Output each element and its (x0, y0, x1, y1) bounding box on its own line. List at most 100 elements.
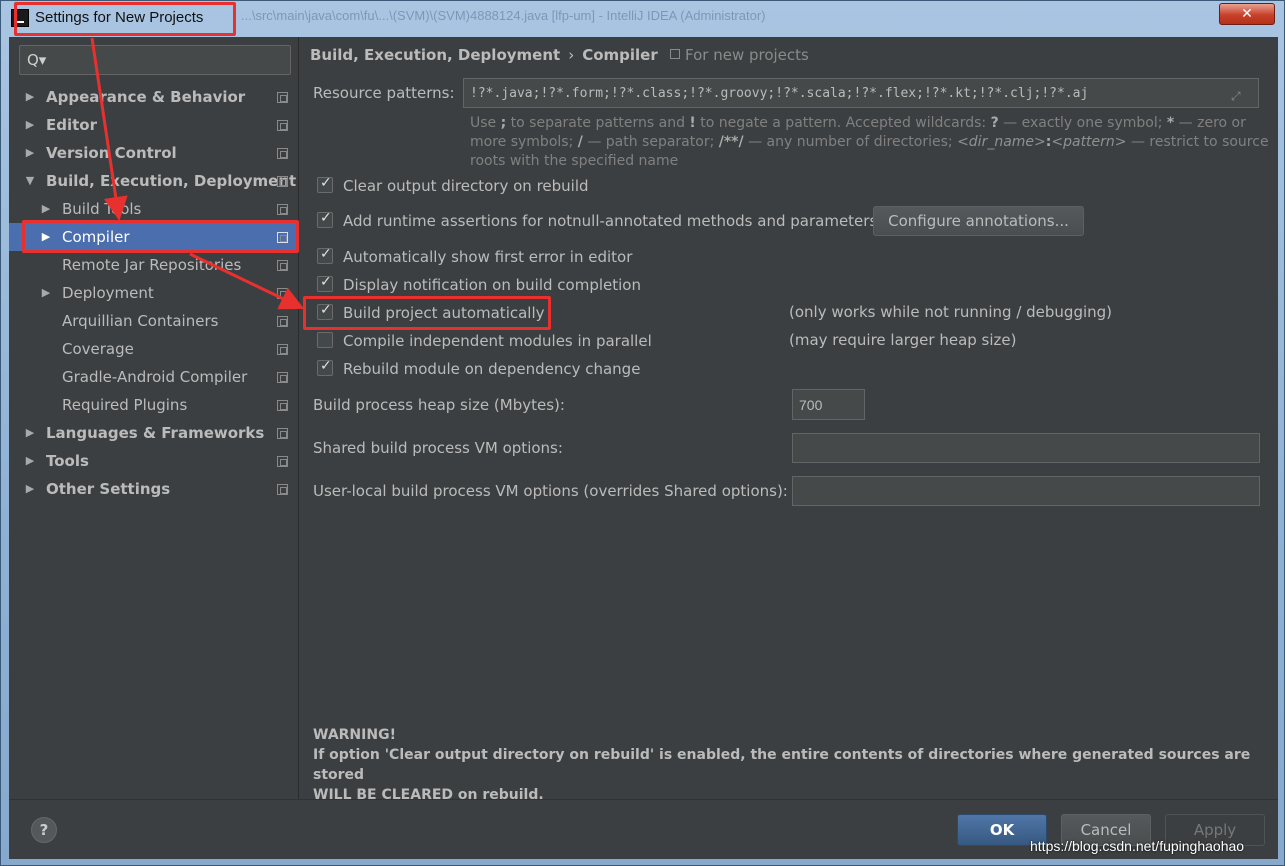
background-window-title: ...\src\main\java\com\fu\...\(SVM)\(SVM)… (241, 8, 766, 23)
project-settings-icon (277, 428, 288, 439)
dialog-content: Q▾ ▶ Appearance & Behavior ▶ Editor ▶ Ve… (9, 37, 1278, 859)
breadcrumb-parent: Build, Execution, Deployment (310, 46, 561, 64)
project-settings-icon (277, 456, 288, 467)
sidebar-item-label: Build, Execution, Deployment (46, 172, 297, 190)
expand-arrow-icon[interactable]: ▶ (23, 83, 37, 111)
compile-parallel-note: (may require larger heap size) (789, 331, 1017, 349)
sidebar-item-tools[interactable]: ▶ Tools (9, 447, 299, 475)
user-vm-options-input[interactable] (792, 476, 1260, 506)
heap-size-label: Build process heap size (Mbytes): (313, 396, 565, 414)
sidebar-item-label: Coverage (62, 340, 134, 358)
breadcrumb-separator: › (568, 46, 575, 64)
build-automatically-checkbox[interactable] (317, 302, 333, 320)
settings-search-box[interactable]: Q▾ (19, 45, 291, 75)
resource-patterns-input[interactable] (463, 78, 1259, 108)
project-settings-icon (277, 232, 288, 243)
heap-size-input[interactable] (792, 389, 865, 420)
sidebar-item-build-tools[interactable]: ▶ Build Tools (9, 195, 299, 223)
shared-vm-options-label: Shared build process VM options: (313, 439, 563, 457)
project-settings-icon (277, 176, 288, 187)
project-settings-icon (277, 344, 288, 355)
settings-scope-label: For new projects (685, 46, 809, 64)
project-settings-icon (277, 372, 288, 383)
rebuild-on-dependency-checkbox[interactable] (317, 358, 333, 376)
display-notification-label: Display notification on build completion (343, 276, 641, 294)
sidebar-item-label: Required Plugins (62, 396, 188, 414)
expand-icon[interactable]: ⤢ (1231, 89, 1241, 104)
sidebar-item-label: Gradle-Android Compiler (62, 368, 248, 386)
show-first-error-checkbox[interactable] (317, 246, 333, 264)
watermark-text: https://blog.csdn.net/fupinghaohao (1030, 838, 1245, 854)
expand-arrow-icon[interactable]: ▶ (23, 419, 37, 447)
sidebar-item-gradle-android-compiler[interactable]: Gradle-Android Compiler (9, 363, 299, 391)
sidebar-item-label: Appearance & Behavior (46, 88, 246, 106)
sidebar-item-deployment[interactable]: ▶ Deployment (9, 279, 299, 307)
runtime-assertions-checkbox[interactable] (317, 210, 333, 228)
sidebar-item-label: Version Control (46, 144, 177, 162)
compile-parallel-checkbox[interactable] (317, 332, 333, 348)
project-settings-icon (277, 204, 288, 215)
project-settings-icon (277, 148, 288, 159)
compiler-settings-panel: Build, Execution, Deployment › Compiler Fo… (300, 37, 1278, 803)
configure-annotations-button[interactable]: Configure annotations... (873, 206, 1084, 236)
project-settings-icon (277, 120, 288, 131)
build-automatically-note: (only works while not running / debuggin… (789, 303, 1113, 321)
project-settings-icon (277, 288, 288, 299)
sidebar-item-coverage[interactable]: Coverage (9, 335, 299, 363)
sidebar-item-arquillian-containers[interactable]: Arquillian Containers (9, 307, 299, 335)
sidebar-item-label: Compiler (62, 228, 130, 246)
sidebar-item-label: Build Tools (62, 200, 142, 218)
sidebar-item-label: Remote Jar Repositories (62, 256, 242, 274)
resource-patterns-hint: Use ; to separate patterns and ! to nega… (470, 115, 1269, 169)
expand-arrow-icon[interactable]: ▶ (23, 139, 37, 167)
warning-title: WARNING! (313, 727, 396, 743)
sidebar-item-label: Tools (46, 452, 89, 470)
project-settings-icon (277, 316, 288, 327)
sidebar-item-required-plugins[interactable]: Required Plugins (9, 391, 299, 419)
expand-arrow-icon[interactable]: ▶ (39, 279, 53, 307)
clear-output-checkbox[interactable] (317, 175, 333, 193)
settings-search-input[interactable] (48, 50, 286, 70)
breadcrumb-current: Compiler (582, 46, 658, 64)
clear-output-label: Clear output directory on rebuild (343, 177, 589, 195)
rebuild-on-dependency-label: Rebuild module on dependency change (343, 360, 641, 378)
settings-scope: For new projects (670, 46, 809, 64)
sidebar-item-label: Deployment (62, 284, 154, 302)
show-first-error-label: Automatically show first error in editor (343, 248, 633, 266)
search-icon: Q▾ (27, 51, 47, 69)
help-button[interactable]: ? (31, 817, 57, 843)
window-title: Settings for New Projects (35, 9, 204, 26)
sidebar-item-version-control[interactable]: ▶ Version Control (9, 139, 299, 167)
warning-line-1: If option 'Clear output directory on reb… (313, 747, 1251, 783)
expand-arrow-icon[interactable]: ▶ (23, 111, 37, 139)
user-vm-options-label: User-local build process VM options (ove… (313, 482, 788, 500)
expand-arrow-icon[interactable]: ▶ (23, 475, 37, 503)
breadcrumb: Build, Execution, Deployment › Compiler (310, 46, 658, 64)
expand-arrow-icon[interactable]: ▶ (23, 447, 37, 475)
clear-output-warning: WARNING! If option 'Clear output directo… (313, 725, 1263, 805)
settings-sidebar: Q▾ ▶ Appearance & Behavior ▶ Editor ▶ Ve… (9, 37, 299, 799)
sidebar-item-other-settings[interactable]: ▶ Other Settings (9, 475, 299, 503)
project-settings-icon (670, 49, 680, 59)
compile-parallel-label: Compile independent modules in parallel (343, 332, 652, 350)
project-settings-icon (277, 92, 288, 103)
build-automatically-label: Build project automatically (343, 304, 545, 322)
sidebar-item-languages-frameworks[interactable]: ▶ Languages & Frameworks (9, 419, 299, 447)
project-settings-icon (277, 484, 288, 495)
title-bar: Settings for New Projects ...\src\main\j… (1, 1, 1285, 37)
expand-arrow-icon[interactable]: ▶ (39, 223, 53, 251)
sidebar-item-label: Arquillian Containers (62, 312, 219, 330)
sidebar-item-appearance-behavior[interactable]: ▶ Appearance & Behavior (9, 83, 299, 111)
sidebar-item-editor[interactable]: ▶ Editor (9, 111, 299, 139)
display-notification-checkbox[interactable] (317, 274, 333, 292)
shared-vm-options-input[interactable] (792, 433, 1260, 463)
sidebar-item-remote-jar-repositories[interactable]: Remote Jar Repositories (9, 251, 299, 279)
sidebar-item-compiler[interactable]: ▶ Compiler (9, 223, 299, 251)
collapse-arrow-icon[interactable]: ▼ (23, 167, 37, 195)
dialog-window: Settings for New Projects ...\src\main\j… (0, 0, 1285, 866)
resource-patterns-label: Resource patterns: (313, 84, 455, 102)
window-close-button[interactable]: ✕ (1219, 3, 1275, 25)
expand-arrow-icon[interactable]: ▶ (39, 195, 53, 223)
sidebar-item-build-execution-deployment[interactable]: ▼ Build, Execution, Deployment (9, 167, 299, 195)
sidebar-item-label: Languages & Frameworks (46, 424, 265, 442)
